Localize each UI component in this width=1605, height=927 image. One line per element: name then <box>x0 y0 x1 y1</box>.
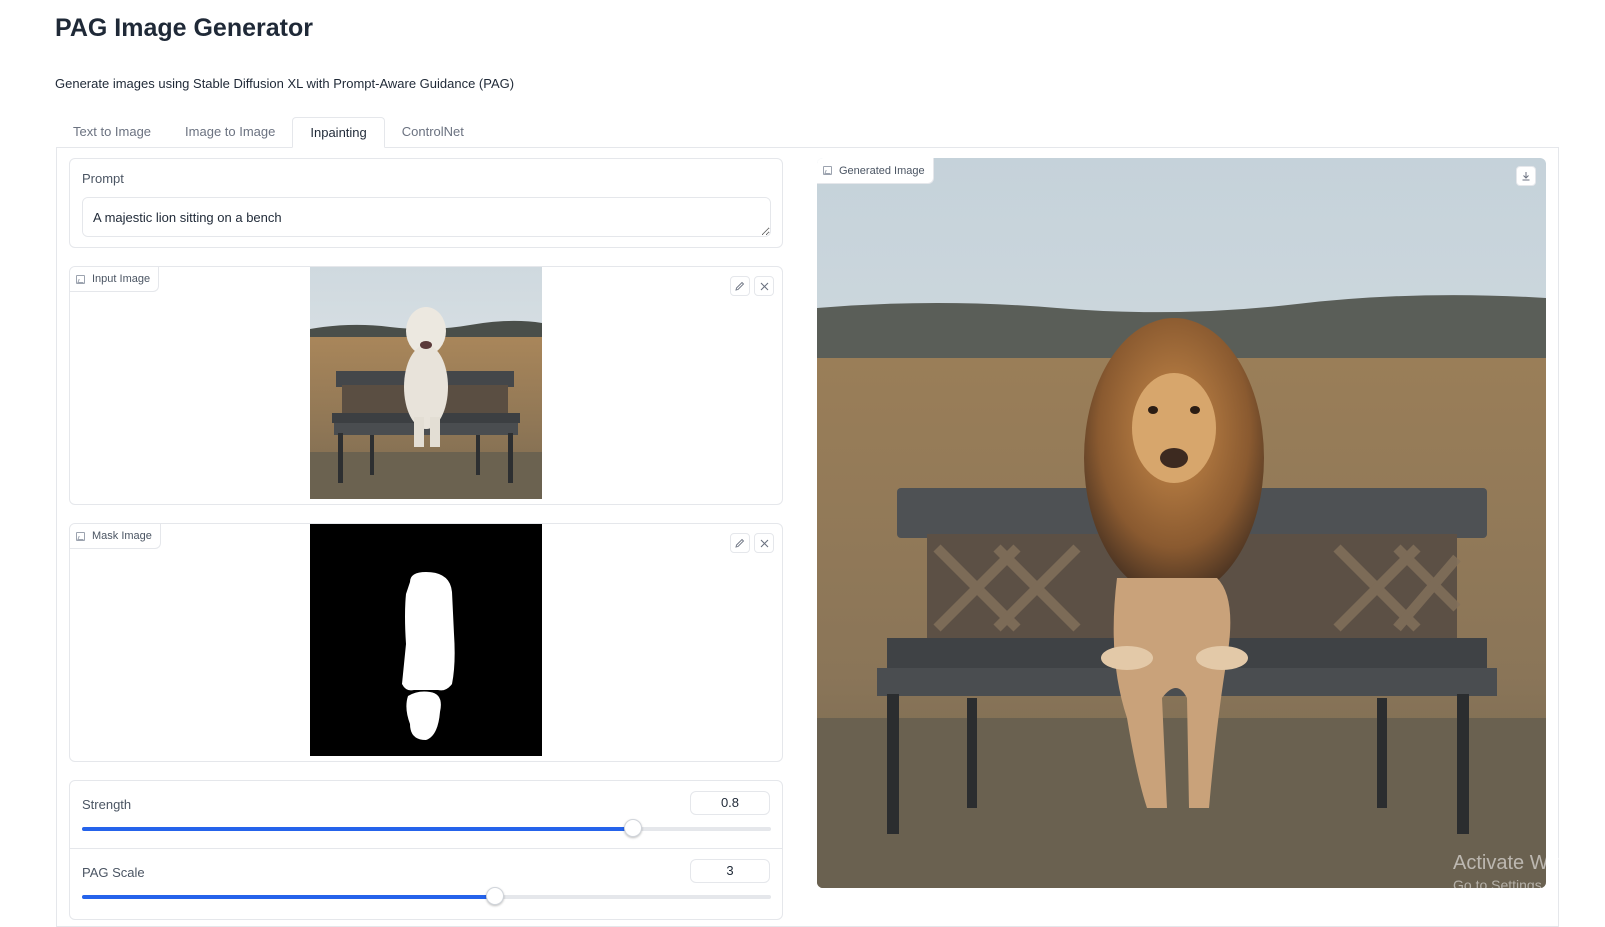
prompt-label: Prompt <box>82 171 124 186</box>
close-icon[interactable] <box>754 533 774 553</box>
mask-image-label-chip: Mask Image <box>70 524 161 549</box>
edit-icon[interactable] <box>730 276 750 296</box>
sliders-block: Strength 0.8 PAG Scale 3 <box>69 780 783 920</box>
page-title: PAG Image Generator <box>55 14 313 42</box>
image-icon <box>76 274 85 284</box>
mask-image-block[interactable]: Mask Image <box>69 523 783 762</box>
strength-slider-fill <box>82 827 634 831</box>
activate-windows-watermark: Activate Windows <box>1453 852 1605 874</box>
generated-image-block: Generated Image <box>817 158 1546 888</box>
prompt-block: Prompt A majestic lion sitting on a benc… <box>69 158 783 248</box>
edit-icon[interactable] <box>730 533 750 553</box>
image-icon <box>76 531 85 541</box>
mask-image-label: Mask Image <box>92 530 152 542</box>
tab-bar: Text to Image Image to Image Inpainting … <box>56 117 481 148</box>
tab-image-to-image[interactable]: Image to Image <box>168 117 292 146</box>
close-icon[interactable] <box>754 276 774 296</box>
tab-inpainting[interactable]: Inpainting <box>292 117 385 148</box>
pag-scale-label: PAG Scale <box>82 865 145 880</box>
strength-slider[interactable] <box>82 819 771 837</box>
prompt-input[interactable]: A majestic lion sitting on a bench <box>82 197 771 237</box>
pag-scale-number-input[interactable]: 3 <box>690 859 770 883</box>
mask-image <box>310 524 542 756</box>
generated-image-lion-on-bench <box>817 158 1546 888</box>
tab-text-to-image[interactable]: Text to Image <box>56 117 168 146</box>
strength-label: Strength <box>82 797 132 812</box>
pag-scale-slider-handle[interactable] <box>486 887 505 905</box>
page-subtitle: Generate images using Stable Diffusion X… <box>55 76 515 91</box>
generated-image-label: Generated Image <box>839 164 925 177</box>
input-image-block[interactable]: Input Image <box>69 266 783 505</box>
image-icon <box>823 166 832 175</box>
pag-scale-slider-fill <box>82 895 496 899</box>
strength-slider-handle[interactable] <box>624 819 643 837</box>
input-image-label: Input Image <box>92 273 151 285</box>
activate-windows-hint: Go to Settings to activate Windows. <box>1453 877 1605 893</box>
input-image-dog-on-bench <box>310 267 542 499</box>
input-image-label-chip: Input Image <box>70 267 160 292</box>
pag-scale-slider[interactable] <box>82 887 771 905</box>
tab-controlnet[interactable]: ControlNet <box>385 117 481 146</box>
slider-divider <box>70 848 782 849</box>
generated-image-label-chip: Generated Image <box>817 158 934 184</box>
download-icon[interactable] <box>1516 166 1536 186</box>
strength-number-input[interactable]: 0.8 <box>690 791 770 815</box>
